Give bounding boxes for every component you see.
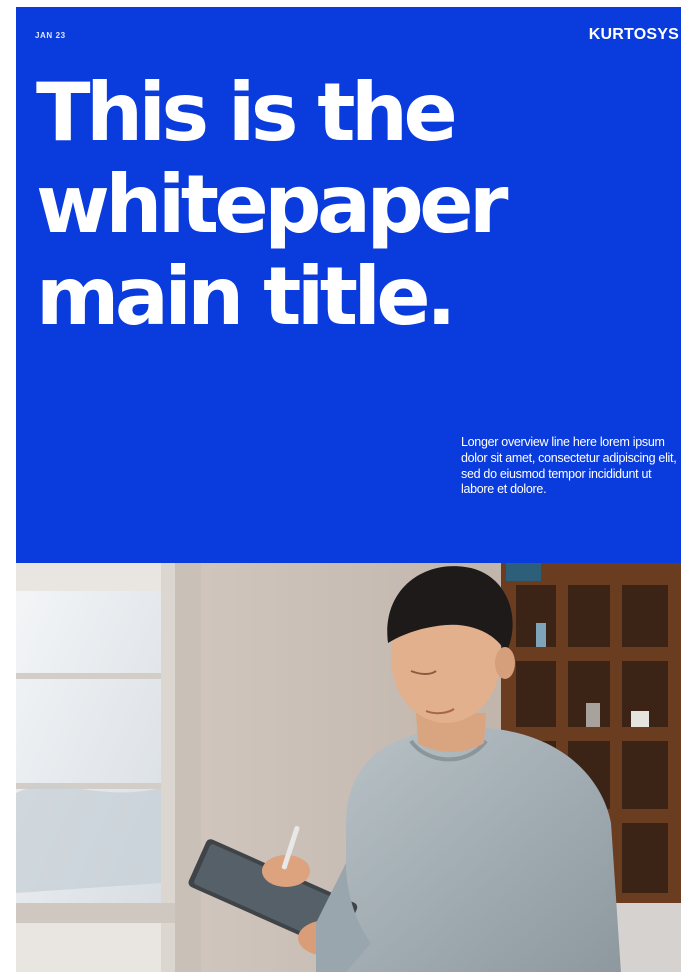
brand-logo: KURTOSYS [588, 26, 679, 43]
overview-text: Longer overview line here lorem ipsum do… [461, 435, 677, 497]
cover-date: JAN 23 [35, 31, 66, 40]
main-title-line: main title. [36, 250, 457, 343]
man-writing-on-tablet-icon [16, 563, 681, 972]
hero-photo [16, 563, 681, 972]
whitepaper-cover-page: JAN 23 KURTOSYS This is the whitepaper m… [16, 7, 681, 972]
main-title-line: whitepaper [36, 158, 509, 251]
main-title-line: This is the [36, 66, 458, 159]
cover-panel: JAN 23 KURTOSYS This is the whitepaper m… [16, 7, 681, 563]
main-title: This is the whitepaper main title. [36, 66, 509, 343]
